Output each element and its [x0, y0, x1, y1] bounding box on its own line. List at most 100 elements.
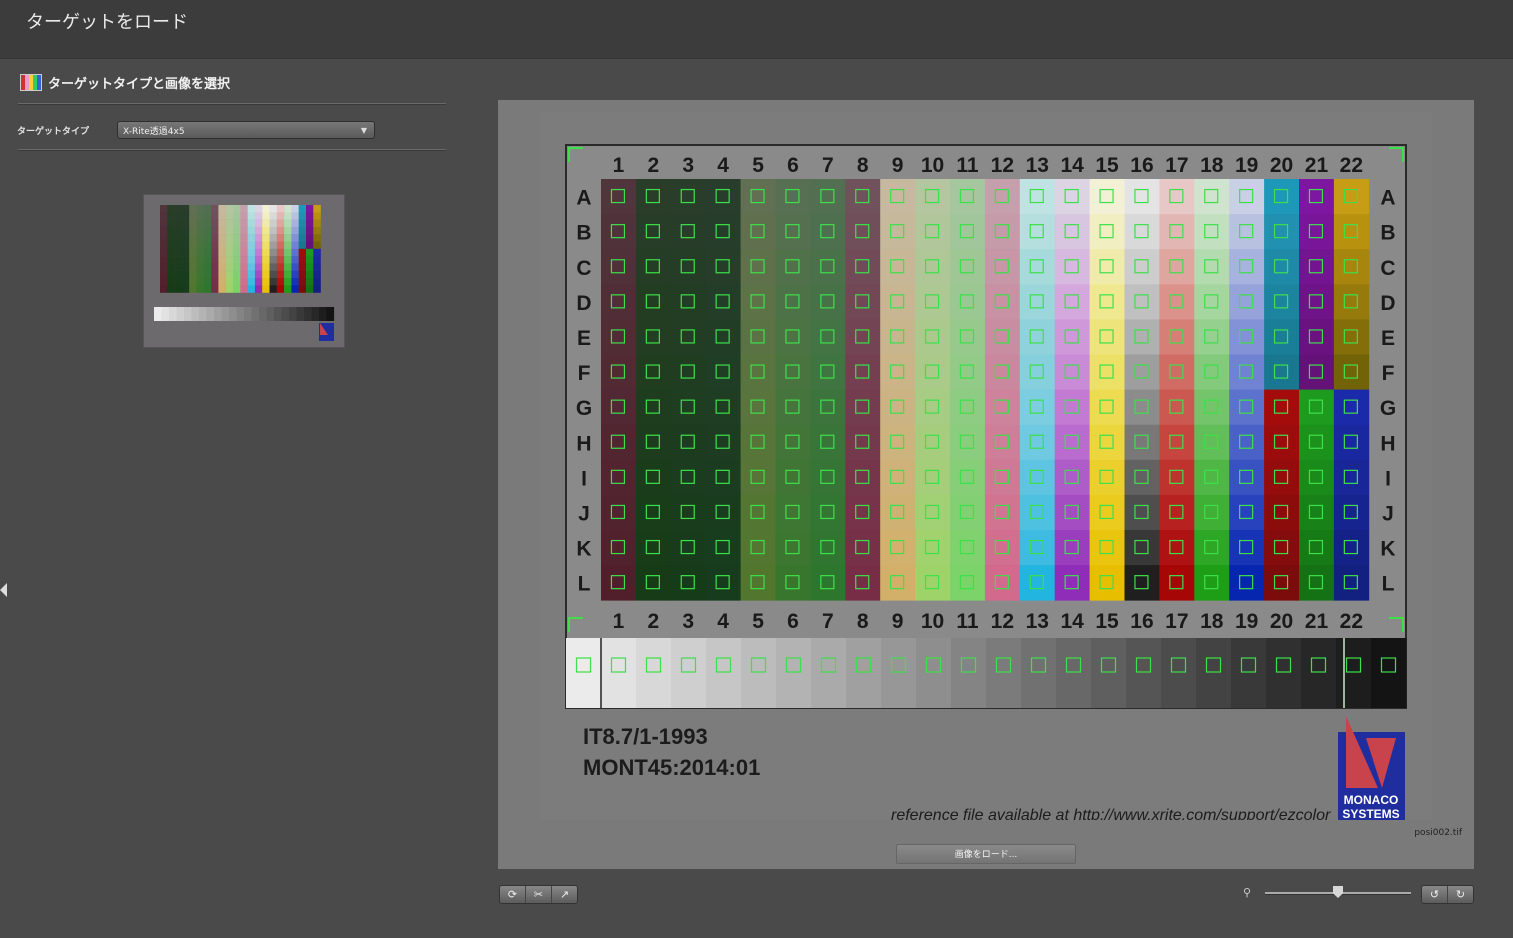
- color-patch: [670, 179, 707, 215]
- row-label: C: [1380, 257, 1395, 280]
- color-patch: [1264, 214, 1300, 250]
- row-label: L: [578, 573, 591, 596]
- color-patch: [1124, 319, 1160, 355]
- color-patch: [1124, 565, 1160, 601]
- color-patch: [915, 179, 951, 215]
- thumbnail-image: [144, 195, 344, 347]
- color-patch: [1264, 319, 1300, 355]
- color-patch: [775, 214, 811, 250]
- color-patch: [950, 494, 986, 531]
- color-patch: [1054, 424, 1090, 461]
- color-patch: [740, 179, 776, 215]
- column-label: 13: [1026, 154, 1049, 177]
- color-patch: [1089, 424, 1125, 461]
- color-patch: [705, 319, 741, 355]
- color-patch: [950, 389, 986, 426]
- color-patch: [810, 284, 846, 320]
- color-patch: [705, 424, 741, 461]
- color-patch: [810, 179, 846, 215]
- color-patch: [1124, 494, 1160, 531]
- color-patch: [775, 284, 811, 320]
- color-patch: [1019, 249, 1056, 285]
- image-preview[interactable]: 1 1 2 2 3 3 4 4 5 5 6 6 7 7 8 8 9 9 10 10 11 11 12 12 13 13 14 14 15…: [498, 100, 1474, 869]
- color-patch: [635, 249, 672, 285]
- color-patch: [1229, 494, 1265, 531]
- color-patch: [950, 179, 986, 215]
- color-patch: [1054, 389, 1090, 426]
- row-label: G: [576, 397, 592, 420]
- color-patch: [635, 424, 672, 461]
- column-label: 11: [956, 610, 979, 633]
- color-patch: [810, 494, 846, 531]
- color-patch: [1124, 459, 1160, 496]
- color-patch: [984, 284, 1021, 320]
- color-patch: [601, 249, 637, 285]
- color-patch: [601, 354, 637, 390]
- color-patch: [1299, 530, 1335, 566]
- color-patch: [1159, 565, 1195, 601]
- color-patch: [1333, 319, 1370, 355]
- column-label: 21: [1305, 154, 1329, 177]
- color-patch: [1124, 530, 1160, 566]
- row-label: K: [1380, 538, 1395, 561]
- color-patch: [1194, 319, 1230, 355]
- divider: [18, 103, 446, 105]
- column-label: 2: [648, 154, 660, 177]
- color-patch: [880, 249, 916, 285]
- rotate-ccw-icon[interactable]: ↺: [1422, 886, 1448, 903]
- color-patch: [1333, 179, 1370, 215]
- color-patch: [1333, 494, 1370, 531]
- column-label: 19: [1235, 610, 1258, 633]
- color-patch: [635, 319, 672, 355]
- color-patch: [1089, 494, 1125, 531]
- color-patch: [880, 565, 916, 601]
- gray-patch: [1231, 638, 1267, 708]
- color-patch: [1124, 424, 1160, 461]
- color-patch: [775, 530, 811, 566]
- column-label: 19: [1235, 154, 1258, 177]
- divider: [18, 149, 446, 151]
- color-patch: [1333, 214, 1370, 250]
- target-type-dropdown[interactable]: X-Rite透過4x5 ▼: [117, 121, 375, 139]
- color-patch: [880, 530, 916, 566]
- color-patch: [1264, 424, 1300, 461]
- load-image-button[interactable]: 画像をロード...: [896, 844, 1076, 864]
- gray-patch: [951, 638, 987, 708]
- pick-icon[interactable]: ↗: [552, 886, 577, 903]
- color-patch: [705, 565, 741, 601]
- zoom-slider-thumb[interactable]: [1333, 886, 1343, 898]
- color-patch: [1054, 179, 1090, 215]
- color-patch: [1229, 284, 1265, 320]
- color-patch: [1124, 249, 1160, 285]
- color-patch: [1299, 214, 1335, 250]
- color-patch: [1054, 214, 1090, 250]
- target-thumbnail[interactable]: [143, 194, 345, 348]
- row-label: G: [1380, 397, 1396, 420]
- color-patch: [1054, 530, 1090, 566]
- color-patch: [1299, 284, 1335, 320]
- color-patch: [915, 494, 951, 531]
- row-label: H: [1380, 432, 1395, 455]
- color-patch: [1229, 179, 1265, 215]
- color-patch: [915, 530, 951, 566]
- color-patch: [1054, 319, 1090, 355]
- color-patch: [1019, 459, 1056, 496]
- color-patch: [1194, 249, 1230, 285]
- color-patch: [1264, 459, 1300, 496]
- section-title: ターゲットタイプと画像を選択: [48, 77, 231, 92]
- gray-patch: [741, 638, 777, 708]
- triangle-left-icon[interactable]: [0, 583, 7, 597]
- rotate-icon[interactable]: ⟳: [500, 886, 526, 903]
- color-patch: [880, 284, 916, 320]
- row-label: H: [576, 432, 591, 455]
- target-id: IT8.7/1-1993: [583, 724, 708, 749]
- left-panel: [0, 59, 465, 938]
- column-label: 12: [991, 154, 1014, 177]
- color-patch: [810, 354, 846, 390]
- crop-icon[interactable]: ✂: [526, 886, 552, 903]
- rotate-cw-icon[interactable]: ↻: [1448, 886, 1473, 903]
- color-patch: [950, 354, 986, 390]
- chevron-down-icon: ▼: [360, 126, 367, 135]
- gray-patch: [811, 638, 847, 708]
- color-patch: [1019, 354, 1056, 390]
